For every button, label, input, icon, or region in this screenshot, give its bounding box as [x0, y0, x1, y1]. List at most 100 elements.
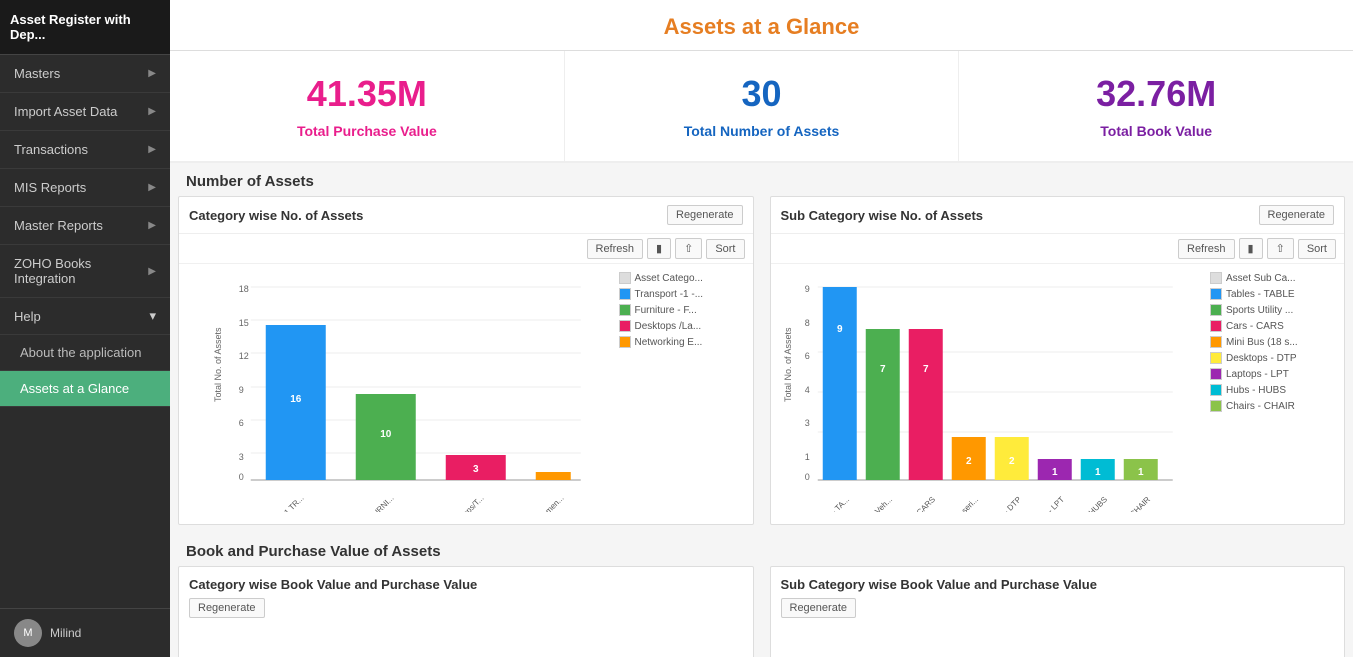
subcategory-chart-toolbar: Refresh ▮ ⇧ Sort [771, 234, 1345, 264]
sidebar-item-master-reports[interactable]: Master Reports ▶ [0, 207, 170, 245]
svg-text:Networking Equipmen...: Networking Equipmen... [499, 494, 565, 512]
svg-text:Cars - CARS: Cars - CARS [898, 495, 937, 512]
kpi-value-book: 32.76M [969, 73, 1343, 115]
category-share-icon-button[interactable]: ⇧ [675, 238, 702, 259]
sidebar-item-import[interactable]: Import Asset Data ▶ [0, 93, 170, 131]
category-bar-icon-button[interactable]: ▮ [647, 238, 671, 259]
svg-text:6: 6 [239, 418, 244, 428]
sidebar-item-transactions[interactable]: Transactions ▶ [0, 131, 170, 169]
subcategory-bar-chart: 9 8 6 4 3 1 0 Total No. of Assets [779, 272, 1207, 512]
kpi-card-count: 30 Total Number of Assets [565, 51, 960, 161]
subcategory-bar-icon-button[interactable]: ▮ [1239, 238, 1263, 259]
sidebar-item-help[interactable]: Help ▾ [0, 298, 170, 335]
arrow-icon: ▶ [148, 106, 156, 117]
category-sort-button[interactable]: Sort [706, 239, 744, 259]
sidebar-item-label: Master Reports [14, 218, 103, 233]
sidebar-item-label: ZOHO Books Integration [14, 256, 148, 286]
legend-item-desktops: Desktops /La... [619, 320, 745, 332]
svg-text:9: 9 [239, 385, 244, 395]
svg-text:Total No. of Assets: Total No. of Assets [782, 327, 792, 402]
kpi-value-purchase: 41.35M [180, 73, 554, 115]
arrow-icon: ▶ [148, 220, 156, 231]
svg-text:Desktops - DTP: Desktops - DTP [976, 495, 1022, 512]
legend-color-cars [1210, 320, 1222, 332]
subcategory-share-icon-button[interactable]: ⇧ [1267, 238, 1294, 259]
assets-glance-label: Assets at a Glance [20, 381, 129, 396]
legend-color-sports [1210, 304, 1222, 316]
category-bar-chart: 18 15 12 9 6 3 0 Total No. of Assets [187, 272, 615, 512]
svg-text:2: 2 [1008, 456, 1014, 467]
sidebar-item-label: MIS Reports [14, 180, 86, 195]
subcategory-chart-panel: Sub Category wise No. of Assets Regenera… [770, 196, 1346, 525]
svg-text:Laptops - LPT: Laptops - LPT [1024, 495, 1066, 512]
svg-text:7: 7 [922, 364, 928, 375]
legend-subcat-header: Asset Sub Ca... [1210, 272, 1336, 284]
category-chart-legend: Asset Catego... Transport -1 -... Furnit… [615, 272, 745, 516]
kpi-label-purchase: Total Purchase Value [180, 123, 554, 139]
legend-color [1210, 272, 1222, 284]
subcategory-chart-title: Sub Category wise No. of Assets [781, 208, 984, 223]
svg-text:10: 10 [380, 429, 392, 440]
svg-text:7: 7 [879, 364, 885, 375]
sidebar-item-mis[interactable]: MIS Reports ▶ [0, 169, 170, 207]
svg-text:Tables - TA...: Tables - TA... [811, 495, 850, 512]
svg-text:1: 1 [804, 452, 809, 462]
avatar: M [14, 619, 42, 647]
svg-text:18: 18 [239, 284, 249, 294]
kpi-label-count: Total Number of Assets [575, 123, 949, 139]
book-panel-category: Category wise Book Value and Purchase Va… [178, 566, 754, 657]
charts-row-1: Category wise No. of Assets Regenerate R… [170, 196, 1353, 533]
subcategory-regenerate-button[interactable]: Regenerate [1259, 205, 1335, 225]
sidebar-item-label: Masters [14, 66, 60, 81]
svg-text:Transport-1 TR...: Transport-1 TR... [257, 494, 306, 512]
sidebar-item-zoho[interactable]: ZOHO Books Integration ▶ [0, 245, 170, 298]
svg-text:0: 0 [804, 472, 809, 482]
svg-text:9: 9 [836, 324, 842, 335]
sidebar-item-masters[interactable]: Masters ▶ [0, 55, 170, 93]
sidebar: Asset Register with Dep... Masters ▶ Imp… [0, 0, 170, 657]
sidebar-item-assets-glance[interactable]: Assets at a Glance [0, 371, 170, 407]
category-chart-header: Category wise No. of Assets Regenerate [179, 197, 753, 234]
kpi-value-count: 30 [575, 73, 949, 115]
legend-subcat-hubs: Hubs - HUBS [1210, 384, 1336, 396]
legend-subcat-laptops: Laptops - LPT [1210, 368, 1336, 380]
svg-text:3: 3 [804, 418, 809, 428]
legend-item-furniture: Furniture - F... [619, 304, 745, 316]
page-title: Assets at a Glance [170, 0, 1353, 51]
svg-text:3: 3 [239, 452, 244, 462]
category-chart-panel: Category wise No. of Assets Regenerate R… [178, 196, 754, 525]
svg-text:6: 6 [804, 351, 809, 361]
svg-text:1: 1 [1137, 467, 1143, 478]
section-book-purchase: Book and Purchase Value of Assets [170, 533, 1353, 566]
legend-color-transport [619, 288, 631, 300]
legend-color-lpt [1210, 368, 1222, 380]
svg-text:15: 15 [239, 318, 249, 328]
kpi-card-book: 32.76M Total Book Value [959, 51, 1353, 161]
svg-text:1: 1 [1094, 467, 1100, 478]
legend-color-chair [1210, 400, 1222, 412]
category-regenerate-button[interactable]: Regenerate [667, 205, 743, 225]
book-subcategory-regenerate-button[interactable]: Regenerate [781, 598, 857, 618]
legend-color-minibus [1210, 336, 1222, 348]
sidebar-item-about[interactable]: About the application [0, 335, 170, 371]
arrow-icon: ▶ [148, 182, 156, 193]
kpi-section: 41.35M Total Purchase Value 30 Total Num… [170, 51, 1353, 163]
username: Milind [50, 626, 81, 640]
book-category-regenerate-button[interactable]: Regenerate [189, 598, 265, 618]
svg-text:Hubs - HUBS: Hubs - HUBS [1068, 495, 1108, 512]
legend-subcat-desktops: Desktops - DTP [1210, 352, 1336, 364]
book-panel-subcategory: Sub Category wise Book Value and Purchas… [770, 566, 1346, 657]
book-panel-subcategory-title: Sub Category wise Book Value and Purchas… [781, 577, 1335, 592]
category-refresh-button[interactable]: Refresh [587, 239, 644, 259]
legend-color-tables [1210, 288, 1222, 300]
svg-text:3: 3 [473, 464, 479, 475]
legend-color-dtp [1210, 352, 1222, 364]
subcategory-sort-button[interactable]: Sort [1298, 239, 1336, 259]
legend-subcat-chairs: Chairs - CHAIR [1210, 400, 1336, 412]
app-title: Asset Register with Dep... [0, 0, 170, 55]
legend-color-desktops [619, 320, 631, 332]
svg-text:9: 9 [804, 284, 809, 294]
svg-text:Chairs - CHAIR: Chairs - CHAIR [1106, 495, 1151, 512]
subcategory-refresh-button[interactable]: Refresh [1178, 239, 1235, 259]
legend-subcat-minibus: Mini Bus (18 s... [1210, 336, 1336, 348]
